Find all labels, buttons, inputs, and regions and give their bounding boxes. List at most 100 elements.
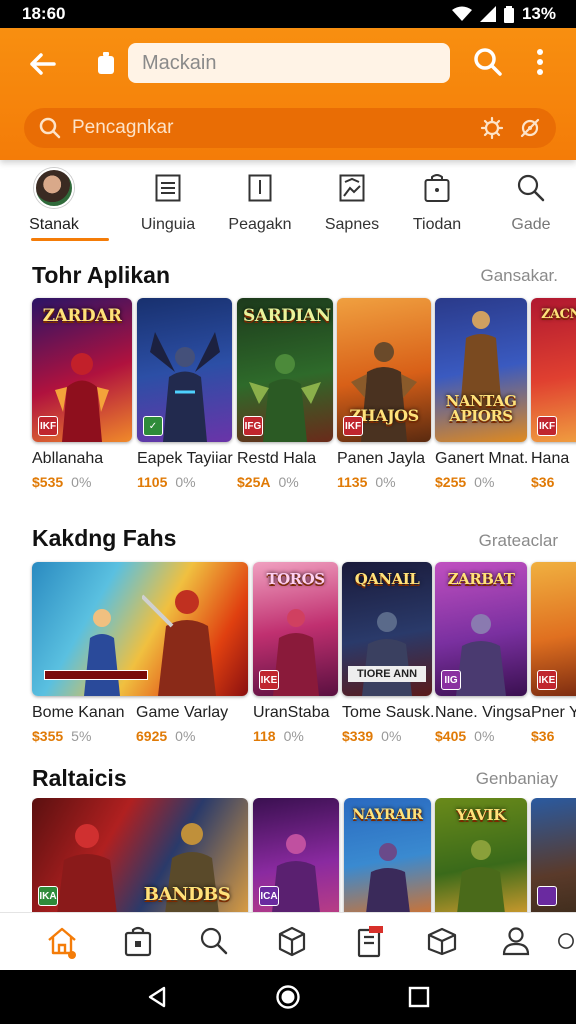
section-see-all-link[interactable]: Gansakar. [481, 266, 559, 286]
system-home-button[interactable] [275, 984, 301, 1010]
section-see-all-link[interactable]: Genbaniay [476, 769, 558, 789]
system-navigation-bar [0, 970, 576, 1024]
secondary-search-bar[interactable]: Pencagnkar [24, 108, 556, 148]
app-card[interactable]: IKE Pner Y $36 [531, 562, 576, 744]
status-icons: 13% [451, 4, 556, 24]
category-tabs: Stanak Uinguia Peagakn Sapnes Tiodan Gad… [0, 166, 576, 246]
search-icon [39, 117, 61, 139]
app-name: Pner Y [531, 704, 576, 721]
age-rating-badge: ✓ [143, 416, 163, 436]
nav-more[interactable] [556, 921, 576, 961]
status-time: 18:60 [22, 4, 66, 23]
search-button[interactable] [470, 44, 506, 80]
app-price: $405 [435, 728, 467, 744]
tab-uinguia[interactable]: Uinguia [123, 166, 213, 246]
app-card[interactable]: TOROS IKE UranStaba 118 0% [253, 562, 338, 744]
app-card[interactable]: Bome Kanan $355 5% [32, 562, 248, 744]
active-tab-indicator [31, 238, 109, 241]
app-card[interactable]: SARDIAN IFG Restd Hala $25A 0% [237, 298, 333, 490]
age-rating-badge: IKF [537, 416, 557, 436]
app-price-row: $36 [531, 474, 554, 490]
status-bar: 18:60 13% [0, 0, 576, 28]
tab-sapnes[interactable]: Sapnes [307, 166, 397, 246]
app-discount: 0% [375, 474, 396, 490]
back-triangle-icon [148, 986, 166, 1008]
app-price-row: $36 [531, 728, 554, 744]
app-thumbnail: NAYRAIR [344, 798, 431, 912]
app-card[interactable] [531, 798, 576, 912]
app-card[interactable]: BANDBS IKA [32, 798, 248, 912]
age-rating-badge: IKF [343, 416, 363, 436]
app-name: Game Varlay [136, 704, 229, 721]
profile-icon [502, 927, 530, 956]
section-see-all-link[interactable]: Grateaclar [479, 531, 558, 551]
tab-peagakn[interactable]: Peagakn [215, 166, 305, 246]
shopping-bag-icon [96, 50, 116, 76]
document-icon [155, 174, 181, 202]
thumbnail-title: NANTAG APIORS [445, 392, 517, 425]
nav-profile[interactable] [496, 921, 536, 961]
app-price-row: $355 5% [32, 728, 91, 744]
app-card[interactable]: ZARBAT IIG Nane. Vingsa $405 0% [435, 562, 531, 744]
app-card[interactable]: QANAIL TIORE ANN Tome Sausk. $339 0% [342, 562, 434, 744]
more-options-button[interactable] [524, 44, 556, 80]
system-recents-button[interactable] [406, 984, 432, 1010]
app-thumbnail: BANDBS IKA [32, 798, 248, 912]
app-card[interactable]: ICA [253, 798, 339, 912]
app-discount: 0% [283, 728, 304, 744]
app-price: 1135 [337, 474, 368, 490]
tab-gade[interactable]: Gade [486, 166, 576, 246]
app-thumbnail: SARDIAN IFG [237, 298, 333, 442]
nav-box[interactable] [422, 921, 462, 961]
app-name: Tome Sausk. [342, 704, 435, 721]
nav-bag[interactable] [118, 921, 158, 961]
tab-stanak[interactable]: Stanak [9, 166, 99, 246]
tab-label: Peagakn [228, 216, 292, 233]
search-placeholder: Pencagnkar [72, 117, 174, 138]
app-name: Ganert Mnat. [435, 450, 529, 467]
picture-icon [339, 174, 365, 202]
grid-icon [558, 933, 574, 949]
age-rating-badge: IFG [243, 416, 263, 436]
app-card[interactable]: ZARDAR IKF Abllanaha $535 0% [32, 298, 132, 490]
app-name: Panen Jayla [337, 450, 426, 467]
nav-search[interactable] [194, 921, 234, 961]
app-price-row: 1105 0% [137, 474, 196, 490]
app-card[interactable]: ✓ Eapek Tayiiar 1105 0% [137, 298, 233, 490]
app-thumbnail: YAVIK [435, 798, 527, 912]
app-header: Pencagnkar [0, 28, 576, 160]
nav-package[interactable] [272, 921, 312, 961]
app-card[interactable]: NAYRAIR [344, 798, 431, 912]
hero-figure-icon [457, 840, 505, 912]
app-name: Hana [531, 450, 570, 467]
app-discount: 0% [474, 728, 495, 744]
tab-tiodan[interactable]: Tiodan [392, 166, 482, 246]
app-card[interactable]: ZHAJOS IKF Panen Jayla 1135 0% [337, 298, 431, 490]
app-card[interactable]: NANTAG APIORS Ganert Mnat. $255 0% [435, 298, 528, 490]
search-icon [517, 174, 545, 202]
tab-label: Sapnes [324, 216, 380, 233]
app-card[interactable]: YAVIK [435, 798, 527, 912]
age-rating-badge: IKE [537, 670, 557, 690]
app-thumbnail [32, 562, 248, 696]
app-thumbnail: TOROS IKE [253, 562, 338, 696]
system-back-button[interactable] [144, 984, 170, 1010]
search-icon [200, 927, 228, 955]
location-off-icon[interactable] [518, 116, 542, 140]
app-card[interactable]: ZACN IKF Hana $36 [531, 298, 576, 490]
thumbnail-title: TOROS [266, 570, 325, 588]
settings-icon[interactable] [480, 116, 504, 140]
app-row-1: ZARDAR IKF Abllanaha $535 0% ✓ Eapek Tayi… [32, 298, 576, 498]
hero-figure-icon [365, 843, 410, 912]
top-search-input[interactable] [128, 43, 450, 83]
back-button[interactable] [24, 46, 60, 82]
app-name: Bome Kanan [32, 704, 125, 721]
app-price: 6925 [136, 728, 168, 744]
app-price: $255 [435, 474, 467, 490]
app-price-row: 6925 0% [136, 728, 195, 744]
wifi-icon [451, 6, 472, 21]
app-name: Eapek Tayiiar [137, 450, 233, 467]
nav-home[interactable] [42, 921, 82, 961]
thumbnail-title: ZARDAR [42, 306, 122, 326]
nav-cart[interactable] [350, 921, 390, 961]
